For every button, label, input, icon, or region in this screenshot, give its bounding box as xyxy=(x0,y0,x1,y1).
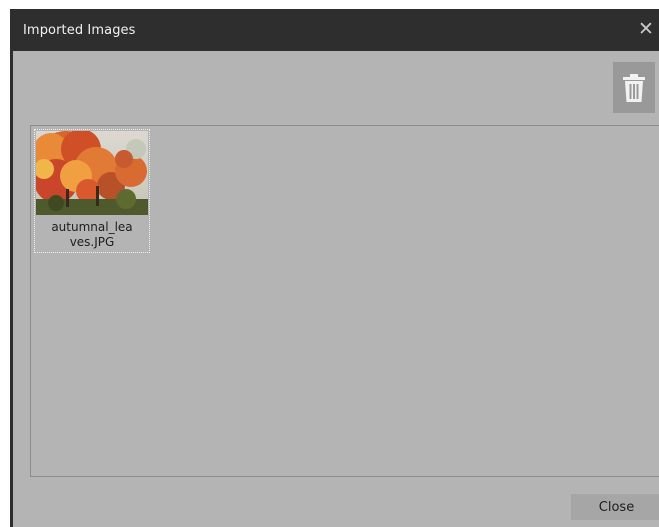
image-thumbnail xyxy=(36,131,148,215)
delete-button[interactable] xyxy=(613,62,655,113)
image-filename-line1: autumnal_lea xyxy=(51,220,133,234)
trash-icon xyxy=(623,73,645,102)
image-filename: autumnal_lea ves.JPG xyxy=(35,220,149,250)
close-button[interactable]: Close xyxy=(571,494,659,520)
dialog-title: Imported Images xyxy=(23,23,136,38)
image-grid-panel: autumnal_lea ves.JPG xyxy=(30,125,659,477)
image-thumbnail-item[interactable]: autumnal_lea ves.JPG xyxy=(34,129,150,253)
title-bar: Imported Images ✕ xyxy=(13,9,659,51)
close-icon[interactable]: ✕ xyxy=(635,18,657,40)
image-filename-line2: ves.JPG xyxy=(69,235,115,249)
imported-images-dialog: Imported Images ✕ autumnal_lea ves.JPG C… xyxy=(10,9,659,527)
